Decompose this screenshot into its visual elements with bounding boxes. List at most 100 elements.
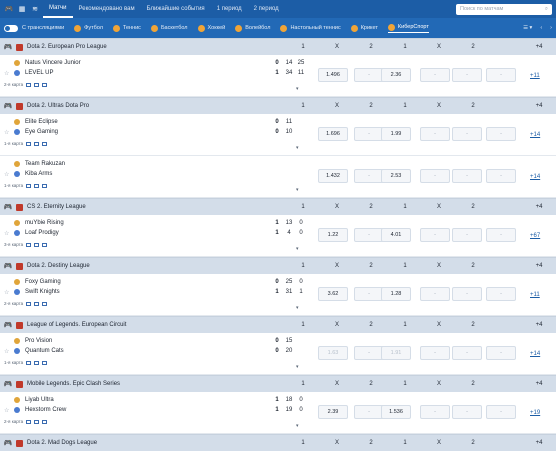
team-1[interactable]: muYbie Rising: [14, 220, 64, 226]
odds-button[interactable]: -: [354, 346, 384, 360]
odds-button[interactable]: -: [452, 405, 482, 419]
more-markets-link[interactable]: +14: [530, 351, 540, 357]
league-header[interactable]: 🎮 CS 2. Eternity League 1 X 2 1 X 2 +4: [0, 198, 556, 215]
stats-icon[interactable]: [34, 360, 40, 365]
video-icon[interactable]: [26, 301, 32, 306]
chevron-right-icon[interactable]: ›: [550, 25, 552, 31]
odds-button[interactable]: -: [452, 228, 482, 242]
team-1[interactable]: Team Rakuzan: [14, 161, 65, 167]
odds-button[interactable]: -: [420, 405, 450, 419]
stats-icon[interactable]: [34, 141, 40, 146]
odds-button[interactable]: -: [486, 127, 516, 141]
odds-button[interactable]: -: [420, 228, 450, 242]
league-header[interactable]: 🎮 Mobile Legends. Epic Clash Series 1 X 2 1 X 2…: [0, 375, 556, 392]
tab-period-1[interactable]: 1 период: [211, 0, 248, 18]
odds-button[interactable]: -: [452, 346, 482, 360]
video-icon[interactable]: [26, 141, 32, 146]
event-row[interactable]: Team Rakuzan Kiba Arms ☆ 1-я карта ▾ 1.432-2.…: [0, 156, 556, 198]
odds-button[interactable]: 2.39: [318, 405, 348, 419]
odds-button[interactable]: -: [486, 169, 516, 183]
odds-button[interactable]: -: [420, 127, 450, 141]
odds-button[interactable]: 1.696: [318, 127, 348, 141]
team-2[interactable]: Quantum Cats: [14, 348, 64, 354]
chevron-down-icon[interactable]: ▾: [296, 246, 299, 252]
odds-button[interactable]: 1.28: [381, 287, 411, 301]
chevron-down-icon[interactable]: ▾: [296, 423, 299, 429]
video-icon[interactable]: [26, 183, 32, 188]
odds-button[interactable]: -: [354, 228, 384, 242]
odds-button[interactable]: -: [486, 228, 516, 242]
tab-period-2[interactable]: 2 период: [248, 0, 285, 18]
event-row[interactable]: Foxy Gaming Swift Knights ☆ 0 25 0 1 31 1 2-я кар…: [0, 274, 556, 316]
chevron-down-icon[interactable]: ▾: [296, 187, 299, 193]
odds-button[interactable]: -: [420, 287, 450, 301]
sport-esports[interactable]: КиберСпорт: [387, 23, 429, 33]
odds-button[interactable]: 1.22: [318, 228, 348, 242]
odds-button[interactable]: 3.62: [318, 287, 348, 301]
video-icon[interactable]: [26, 242, 32, 247]
star-icon[interactable]: ☆: [4, 348, 9, 355]
sport-volleyball[interactable]: Волейбол: [235, 24, 270, 32]
chart-icon[interactable]: [42, 183, 48, 188]
gamepad-icon[interactable]: 🎮: [4, 4, 14, 14]
odds-button[interactable]: -: [486, 346, 516, 360]
sport-tennis[interactable]: Теннис: [112, 24, 141, 32]
chart-icon[interactable]: [42, 141, 48, 146]
team-2[interactable]: Loaf Prodigy: [14, 230, 59, 236]
odds-button[interactable]: -: [420, 346, 450, 360]
team-1[interactable]: Natus Vincere Junior: [14, 60, 81, 66]
chevron-down-icon[interactable]: ▾: [296, 364, 299, 370]
odds-button[interactable]: 1.496: [318, 68, 348, 82]
odds-button[interactable]: -: [354, 405, 384, 419]
video-icon[interactable]: [26, 360, 32, 365]
odds-button[interactable]: 1.91: [381, 346, 411, 360]
team-2[interactable]: Kiba Arms: [14, 171, 52, 177]
odds-button[interactable]: 2.36: [381, 68, 411, 82]
tab-upcoming[interactable]: Ближайшие события: [141, 0, 211, 18]
video-icon[interactable]: [26, 419, 32, 424]
odds-button[interactable]: 1.63: [318, 346, 348, 360]
odds-button[interactable]: -: [354, 127, 384, 141]
more-markets-link[interactable]: +14: [530, 132, 540, 138]
star-icon[interactable]: ☆: [4, 129, 9, 136]
league-header[interactable]: 🎮 League of Legends. European Circuit 1 X 2 1…: [0, 316, 556, 333]
event-row[interactable]: muYbie Rising Loaf Prodigy ☆ 1 13 0 1 4 0 3-я кар…: [0, 215, 556, 257]
more-markets-link[interactable]: +11: [530, 73, 540, 79]
star-icon[interactable]: ☆: [4, 407, 9, 414]
stats-icon[interactable]: [34, 82, 40, 87]
search-input[interactable]: Поиск по матчам ⌕: [456, 3, 552, 15]
team-2[interactable]: Swift Knights: [14, 289, 60, 295]
odds-button[interactable]: -: [486, 68, 516, 82]
odds-button[interactable]: -: [486, 287, 516, 301]
stream-toggle[interactable]: [4, 24, 18, 32]
event-row[interactable]: Pro Vision Quantum Cats ☆ 0 15 0 20 1-я карта ▾ 1…: [0, 333, 556, 375]
team-1[interactable]: Elite Eclipse: [14, 119, 58, 125]
chart-icon[interactable]: [42, 419, 48, 424]
odds-button[interactable]: 1.432: [318, 169, 348, 183]
chart-icon[interactable]: [42, 242, 48, 247]
menu-icon[interactable]: ☰ ▾: [523, 25, 532, 31]
odds-button[interactable]: -: [420, 169, 450, 183]
sport-basketball[interactable]: Баскетбол: [150, 24, 188, 32]
team-2[interactable]: Eye Gaming: [14, 129, 58, 135]
chart-icon[interactable]: [42, 82, 48, 87]
team-2[interactable]: Hexstorm Crew: [14, 407, 66, 413]
more-markets-link[interactable]: +67: [530, 233, 540, 239]
team-1[interactable]: Liyab Ultra: [14, 397, 54, 403]
chevron-down-icon[interactable]: ▾: [296, 145, 299, 151]
stats-icon[interactable]: [34, 301, 40, 306]
odds-button[interactable]: -: [452, 127, 482, 141]
sport-football[interactable]: Футбол: [74, 24, 103, 32]
chart-icon[interactable]: [42, 301, 48, 306]
sport-hockey[interactable]: Хоккей: [197, 24, 225, 32]
odds-button[interactable]: -: [354, 169, 384, 183]
event-row[interactable]: Liyab Ultra Hexstorm Crew ☆ 1 18 0 1 19 0 2-я кар…: [0, 392, 556, 434]
more-markets-link[interactable]: +19: [530, 410, 540, 416]
odds-button[interactable]: 1.99: [381, 127, 411, 141]
sport-table-tennis[interactable]: Настольный теннис: [280, 24, 341, 32]
wifi-icon[interactable]: ≋: [30, 4, 40, 14]
chevron-down-icon[interactable]: ▾: [296, 86, 299, 92]
league-header[interactable]: 🎮 Dota 2. European Pro League 1 X 2 1 X 2 +4: [0, 38, 556, 55]
star-icon[interactable]: ☆: [4, 70, 9, 77]
event-row[interactable]: Natus Vincere Junior LEVEL UP ☆ 0 14 25 1 34 11 2…: [0, 55, 556, 97]
